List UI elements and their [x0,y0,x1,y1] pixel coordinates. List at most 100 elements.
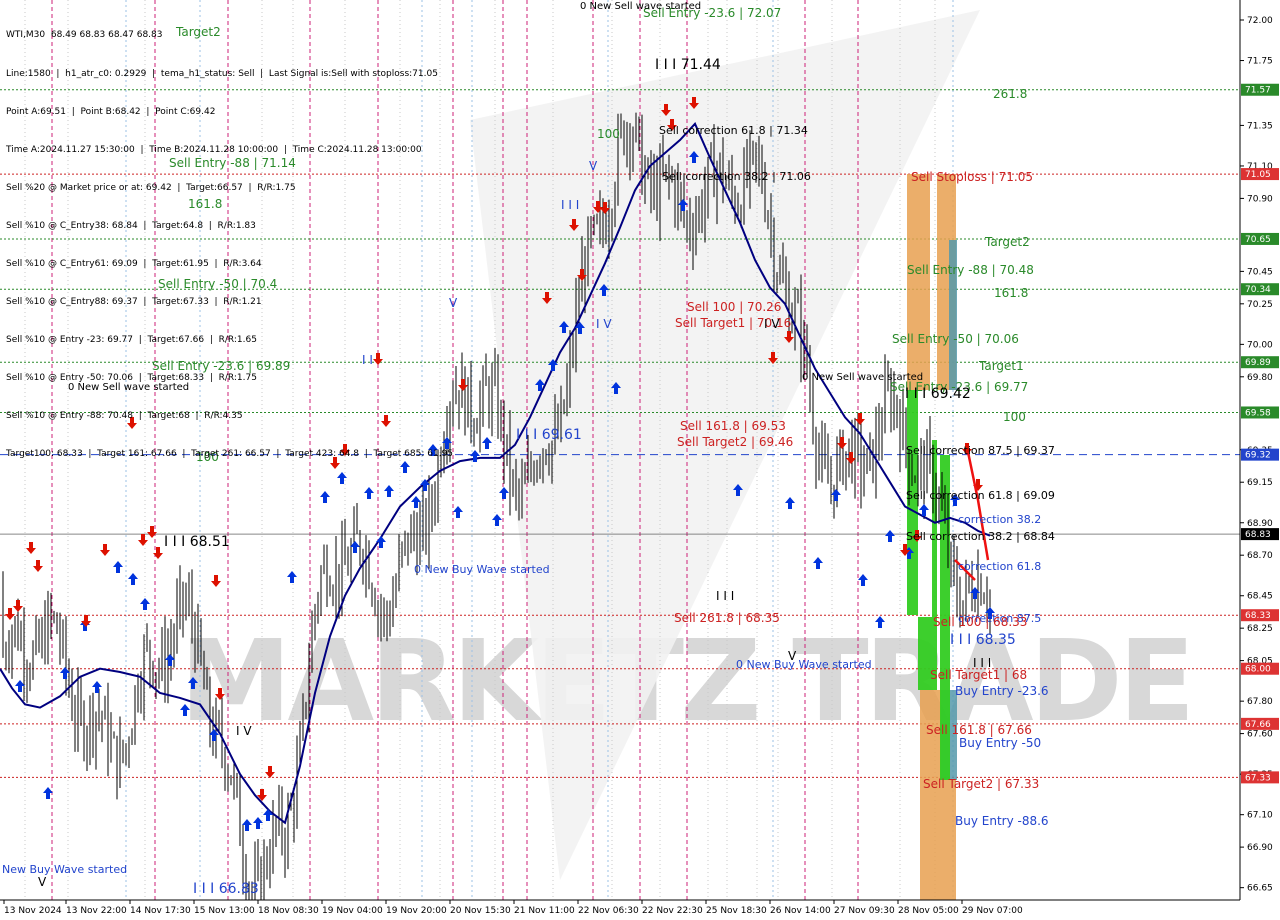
annotation-label: I I I 69.42 [905,386,971,402]
x-tick-label: 14 Nov 17:30 [130,906,191,916]
annotation-label: I I I 66.83 [193,881,259,897]
y-tick-label: 67.10 [1247,811,1273,821]
x-tick-label: 25 Nov 18:30 [706,906,767,916]
annotation-label: Buy Entry -23.6 [955,684,1049,698]
info-panel: WTI,M30 68.49 68.83 68.47 68.83 Line:158… [6,4,453,487]
y-tick-label: 67.60 [1247,730,1273,740]
y-tick-label: 70.00 [1247,340,1273,350]
annotation-label: correction 61.8 [958,560,1041,573]
price-tag-label: 69.89 [1245,358,1271,368]
annotation-label: Sell correction 87.5 | 69.37 [906,444,1055,457]
annotation-label: Buy Entry -50 [959,736,1041,750]
price-tag-label: 70.34 [1245,285,1271,295]
x-tick-label: 13 Nov 22:00 [66,906,127,916]
info-line: Sell %10 @ Entry -50: 70.06 | Target:68.… [6,373,257,384]
annotation-label: New Buy Wave started [2,863,127,876]
annotation-label: Sell 261.8 | 68.35 [674,611,780,625]
y-tick-label: 68.25 [1247,624,1273,634]
info-line: Target100: 68.33 | Target 161: 67.66 | T… [6,449,454,460]
annotation-label: I I I [561,198,579,212]
annotation-label: 100 [597,127,620,141]
annotation-label: 161.8 [994,286,1028,300]
y-tick-label: 69.15 [1247,478,1273,488]
symbol-header: WTI,M30 68.49 68.83 68.47 68.83 [6,30,163,41]
info-line: Sell %10 @ C_Entry38: 68.84 | Target:64.… [6,220,256,231]
info-line: Sell %10 @ C_Entry61: 69.09 | Target:61.… [6,258,262,269]
annotation-label: 261.8 [993,87,1027,101]
y-tick-label: 67.80 [1247,697,1273,707]
y-tick-label: 71.75 [1247,57,1273,67]
price-tag-label: 68.00 [1245,665,1271,675]
price-tag-label: 67.33 [1245,773,1271,783]
annotation-label: V [38,875,47,889]
annotation-label: Sell Entry -88 | 70.48 [907,263,1034,277]
x-tick-label: 28 Nov 05:00 [898,906,959,916]
annotation-label: Sell Target2 | 67.33 [923,777,1039,791]
annotation-label: 0 New Buy Wave started [736,658,872,671]
price-tag-label: 71.57 [1245,86,1271,96]
annotation-label: Target1 [978,359,1024,373]
annotation-label: V [589,159,598,173]
info-line: Sell %20 @ Market price or at: 69.42 | T… [6,182,296,193]
stoploss-box [920,690,941,900]
annotation-label: Sell correction 61.8 | 71.34 [659,124,808,137]
x-axis-bg [0,900,1280,920]
info-line: Time A:2024.11.27 15:30:00 | Time B:2024… [6,144,422,155]
price-tag-label: 68.33 [1245,611,1271,621]
y-tick-label: 68.70 [1247,551,1273,561]
x-tick-label: 26 Nov 14:00 [770,906,831,916]
x-tick-label: 20 Nov 15:30 [450,906,511,916]
x-tick-label: 21 Nov 11:00 [514,906,575,916]
annotation-label: Sell 100 | 70.26 [687,300,781,314]
price-tag-label: 67.66 [1245,720,1271,730]
watermark-text: MARKETZ TRADE [180,617,1191,747]
y-tick-label: 68.90 [1247,519,1273,529]
y-tick-label: 68.45 [1247,592,1273,602]
y-tick-label: 71.35 [1247,121,1273,131]
price-tag-label: 70.65 [1245,235,1271,245]
annotation-label: 0 New Sell wave started [580,1,701,12]
x-tick-label: 22 Nov 06:30 [578,906,639,916]
annotation-label: Sell 161.8 | 67.66 [926,723,1032,737]
price-tag-label: 69.32 [1245,451,1271,461]
annotation-label: Sell correction 38.2 | 68.84 [906,530,1055,543]
y-tick-label: 70.45 [1247,267,1273,277]
annotation-label: I I I 68.51 [164,534,230,550]
x-tick-label: 27 Nov 09:30 [834,906,895,916]
stoploss-box [941,780,956,900]
x-tick-label: 29 Nov 07:00 [962,906,1023,916]
annotation-label: I I I 69.61 [516,427,582,443]
annotation-label: Sell Entry -50 | 70.06 [892,332,1019,346]
y-tick-label: 72.00 [1247,16,1273,26]
annotation-label: I V [764,317,780,331]
price-tag-label: 68.83 [1245,530,1271,540]
annotation-label: Sell Stoploss | 71.05 [911,170,1033,184]
y-tick-label: 66.65 [1247,884,1273,894]
info-line: Sell %10 @ Entry -23: 69.77 | Target:67.… [6,335,257,346]
annotation-label: I I I 71.44 [655,57,721,73]
annotation-label: Sell correction 61.8 | 69.09 [906,489,1055,502]
x-tick-label: 22 Nov 22:30 [642,906,703,916]
annotation-label: Sell Target2 | 69.46 [677,435,793,449]
x-tick-label: 19 Nov 04:00 [322,906,383,916]
annotation-label: Buy Entry -88.6 [955,814,1049,828]
price-tag-label: 69.58 [1245,408,1271,418]
price-tag-label: 71.05 [1245,170,1271,180]
stoploss-box [907,174,930,390]
annotation-label: 100 [1003,410,1026,424]
info-line: Line:1580 | h1_atr_c0: 0.2929 | tema_h1_… [6,68,438,79]
y-tick-label: 70.90 [1247,194,1273,204]
x-tick-label: 19 Nov 20:00 [386,906,447,916]
y-tick-label: 69.80 [1247,373,1273,383]
y-tick-label: 66.90 [1247,843,1273,853]
annotation-label: correction 38.2 [958,513,1041,526]
y-tick-label: 70.25 [1247,300,1273,310]
annotation-label: Sell Target1 | 68 [930,668,1027,682]
x-tick-label: 15 Nov 13:00 [194,906,255,916]
info-line: Sell %10 @ Entry -88: 70.48 | Target:68 … [6,411,243,422]
chart-root: MARKETZ TRADE Sell Entry -23.6 | 72.07 0 … [0,0,1280,920]
x-tick-label: 18 Nov 08:30 [258,906,319,916]
annotation-label: I V [236,724,252,738]
annotation-label: Sell correction 38.2 | 71.06 [662,170,811,183]
info-line: Sell %10 @ C_Entry88: 69.37 | Target:67.… [6,297,262,308]
